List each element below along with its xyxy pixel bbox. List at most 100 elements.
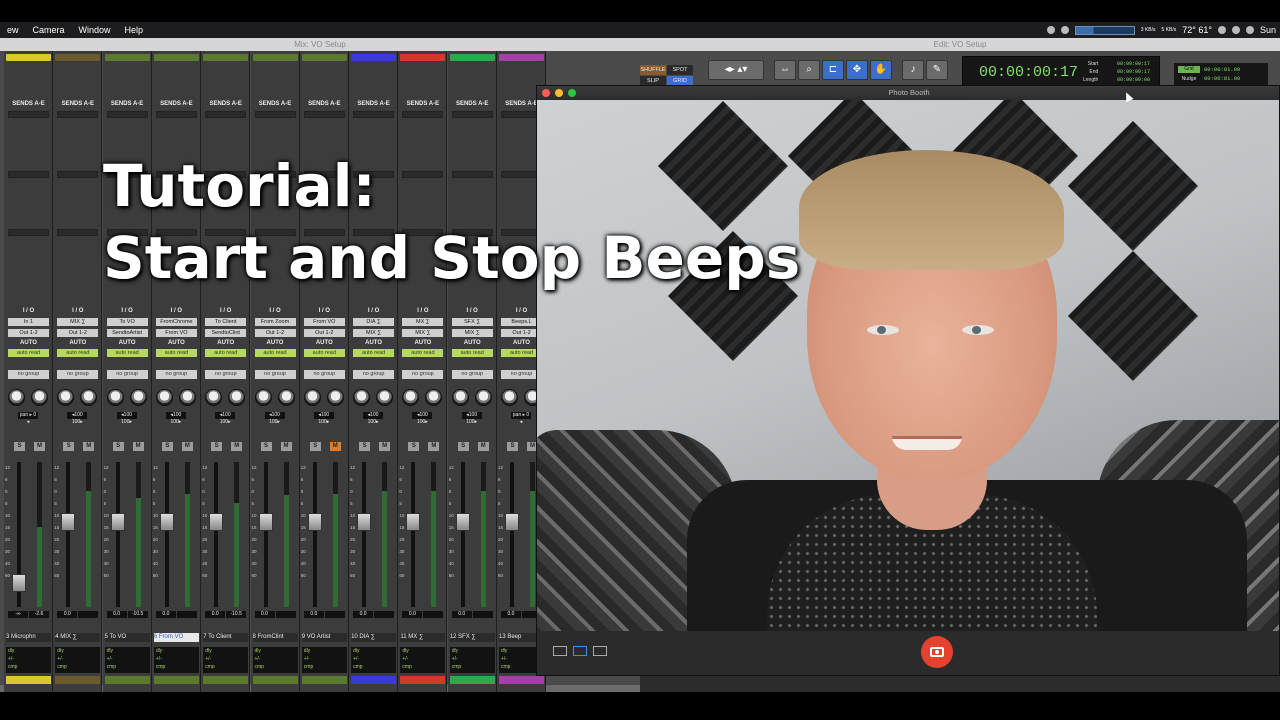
pan-knob-left[interactable] bbox=[402, 389, 420, 406]
mute-button[interactable]: M bbox=[428, 442, 440, 451]
automation-mode-selector[interactable]: auto read bbox=[254, 349, 296, 357]
zoom-tool-icon[interactable]: ⌕ bbox=[798, 60, 820, 80]
menu-camera[interactable]: Camera bbox=[26, 25, 72, 35]
send-slot[interactable] bbox=[353, 111, 395, 118]
send-slot[interactable] bbox=[451, 111, 493, 118]
group-selector[interactable]: no group bbox=[254, 370, 296, 379]
filmstrip-view-icon[interactable] bbox=[593, 646, 607, 656]
send-slot[interactable] bbox=[8, 171, 49, 178]
pan-value[interactable]: ◂100 100▸ bbox=[215, 412, 236, 425]
volume-value[interactable]: 0.0 bbox=[353, 611, 374, 618]
output-selector[interactable]: SendtoArtist bbox=[106, 329, 148, 337]
output-selector[interactable]: From VO bbox=[155, 329, 197, 337]
volume-fader[interactable] bbox=[406, 512, 421, 531]
automation-mode-selector[interactable]: auto read bbox=[205, 349, 247, 357]
input-selector[interactable]: SFX ∑ bbox=[451, 318, 493, 326]
track-color-bar[interactable] bbox=[449, 54, 495, 61]
grid-view-icon[interactable] bbox=[553, 646, 567, 656]
grabber-tool-icon[interactable]: ✋ bbox=[870, 60, 892, 80]
pan-value[interactable]: ◂100 100▸ bbox=[461, 412, 482, 425]
group-selector[interactable]: no group bbox=[57, 370, 99, 379]
send-slot[interactable] bbox=[8, 111, 49, 118]
send-slot[interactable] bbox=[155, 111, 197, 118]
pan-knob-right[interactable] bbox=[326, 389, 344, 406]
send-slot[interactable] bbox=[57, 171, 99, 178]
scrubber-tool-icon[interactable]: ♪ bbox=[902, 60, 924, 80]
solo-button[interactable]: S bbox=[408, 442, 420, 451]
volume-fader[interactable] bbox=[258, 512, 273, 531]
input-selector[interactable]: DIA ∑ bbox=[353, 318, 395, 326]
volume-value[interactable]: 0.0 bbox=[106, 611, 127, 618]
automation-mode-selector[interactable]: auto read bbox=[353, 349, 395, 357]
trim-tool-icon[interactable]: ⊏ bbox=[822, 60, 844, 80]
send-slot[interactable] bbox=[303, 111, 345, 118]
wifi-icon[interactable] bbox=[1217, 26, 1226, 34]
pan-knob-left[interactable] bbox=[353, 389, 371, 406]
close-icon[interactable] bbox=[542, 89, 550, 97]
output-selector[interactable]: Out 1-2 bbox=[303, 329, 345, 337]
menu-view[interactable]: ew bbox=[0, 25, 26, 35]
track-name[interactable]: 6 From VO bbox=[153, 633, 199, 642]
pan-knob-right[interactable] bbox=[80, 389, 98, 406]
cloud-icon[interactable] bbox=[1060, 26, 1069, 34]
volume-fader[interactable] bbox=[159, 512, 174, 531]
mute-button[interactable]: M bbox=[34, 442, 45, 451]
mute-button[interactable]: M bbox=[329, 442, 341, 451]
send-slot[interactable] bbox=[106, 111, 148, 118]
solo-button[interactable]: S bbox=[457, 442, 469, 451]
volume-fader[interactable] bbox=[455, 512, 470, 531]
group-selector[interactable]: no group bbox=[353, 370, 395, 379]
menu-window[interactable]: Window bbox=[72, 25, 118, 35]
main-counter[interactable]: 00:00:00:17 Start End Length 00:00:00:17… bbox=[962, 56, 1160, 86]
volume-fader[interactable] bbox=[61, 512, 76, 531]
grid-label[interactable]: Grid bbox=[1178, 66, 1200, 73]
solo-button[interactable]: S bbox=[112, 442, 124, 451]
input-selector[interactable]: MIX ∑ bbox=[57, 318, 99, 326]
volume-fader[interactable] bbox=[357, 512, 372, 531]
solo-button[interactable]: S bbox=[309, 442, 321, 451]
mode-shuffle[interactable]: SHUFFLE bbox=[640, 65, 666, 75]
pan-knob-left[interactable] bbox=[501, 389, 518, 406]
record-icon[interactable] bbox=[1046, 26, 1055, 34]
volume-value[interactable]: 0.0 bbox=[303, 611, 324, 618]
volume-fader[interactable] bbox=[12, 573, 26, 592]
group-selector[interactable]: no group bbox=[106, 370, 148, 379]
pan-knob-right[interactable] bbox=[178, 389, 196, 406]
track-name[interactable]: 7 To Client bbox=[203, 633, 249, 642]
pan-knob-right[interactable] bbox=[228, 389, 246, 406]
pan-knob-left[interactable] bbox=[106, 389, 124, 406]
track-color-bar[interactable] bbox=[104, 54, 150, 61]
pan-knob-left[interactable] bbox=[303, 389, 321, 406]
solo-button[interactable]: S bbox=[14, 442, 25, 451]
end-value[interactable]: 00:00:00:17 bbox=[1117, 68, 1150, 76]
output-selector[interactable]: MIX ∑ bbox=[353, 329, 395, 337]
pan-value[interactable]: ◂100 100▸ bbox=[165, 412, 186, 425]
group-selector[interactable]: no group bbox=[451, 370, 493, 379]
track-color-bar[interactable] bbox=[203, 54, 249, 61]
volume-value[interactable]: 0.0 bbox=[501, 611, 521, 618]
send-slot[interactable] bbox=[402, 111, 444, 118]
automation-mode-selector[interactable]: auto read bbox=[402, 349, 444, 357]
mute-button[interactable]: M bbox=[181, 442, 193, 451]
solo-button[interactable]: S bbox=[63, 442, 75, 451]
send-slot[interactable] bbox=[254, 111, 296, 118]
minimize-icon[interactable] bbox=[555, 89, 563, 97]
output-selector[interactable]: Out 1-2 bbox=[8, 329, 49, 337]
pan-knob-right[interactable] bbox=[474, 389, 492, 406]
mute-button[interactable]: M bbox=[379, 442, 391, 451]
mute-button[interactable]: M bbox=[83, 442, 95, 451]
pan-value[interactable]: pan ▸ 0 ◂ bbox=[18, 412, 38, 425]
input-selector[interactable]: From VO bbox=[303, 318, 345, 326]
volume-value[interactable]: 0.0 bbox=[254, 611, 275, 618]
automation-mode-selector[interactable]: auto read bbox=[155, 349, 197, 357]
start-value[interactable]: 00:00:00:17 bbox=[1117, 60, 1150, 68]
solo-button[interactable]: S bbox=[260, 442, 272, 451]
group-selector[interactable]: no group bbox=[8, 370, 49, 379]
track-color-bar[interactable] bbox=[499, 54, 544, 61]
pan-knob-right[interactable] bbox=[277, 389, 295, 406]
automation-mode-selector[interactable]: auto read bbox=[303, 349, 345, 357]
volume-value[interactable]: 0.0 bbox=[451, 611, 472, 618]
pan-knob-right[interactable] bbox=[376, 389, 394, 406]
track-name[interactable]: 4 MIX ∑ bbox=[55, 633, 101, 642]
output-selector[interactable]: MIX ∑ bbox=[402, 329, 444, 337]
